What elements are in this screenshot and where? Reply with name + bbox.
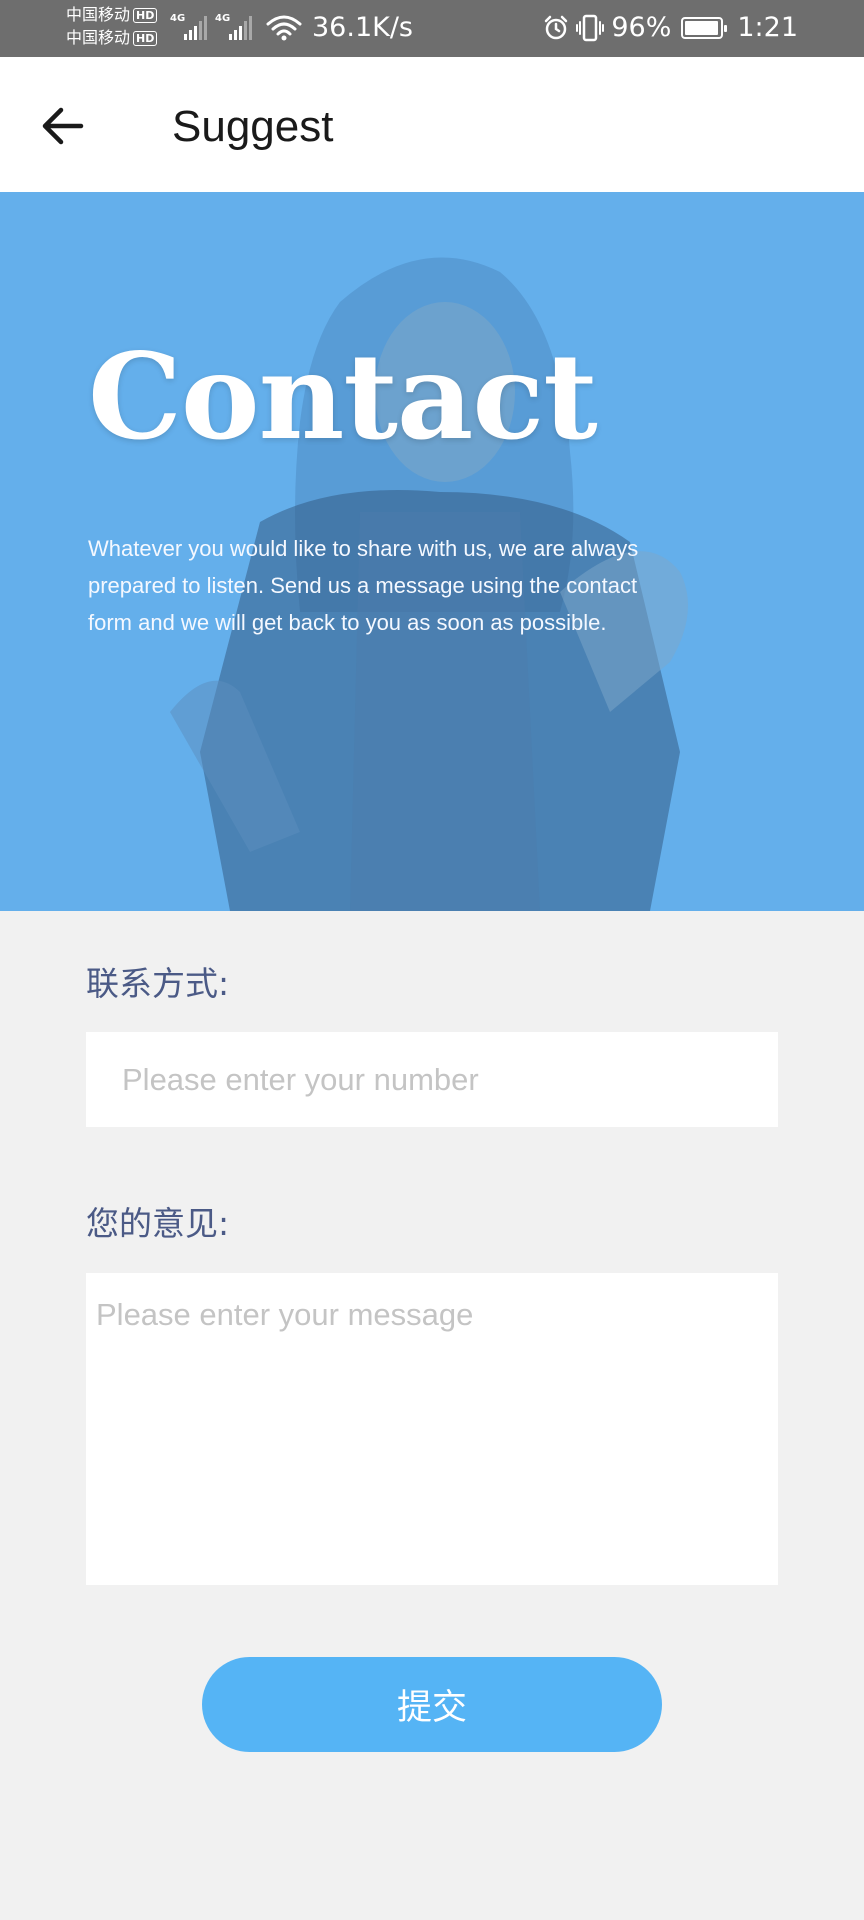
wifi-icon — [266, 15, 302, 41]
contact-label: 联系方式: — [86, 964, 230, 1003]
carrier-name-1: 中国移动 — [66, 5, 131, 24]
hero-title: Contact — [88, 327, 598, 466]
top-app-bar: Suggest — [0, 57, 864, 192]
clock: 1:21 — [737, 12, 798, 43]
battery-percent: 96% — [611, 12, 672, 43]
net-speed: 36.1K/s — [312, 12, 413, 43]
contact-hero-banner: Contact Whatever you would like to share… — [0, 192, 864, 911]
status-bar: 中国移动 HD 中国移动 HD 4G 4G 36.1K/s 96% 1:21 — [0, 0, 864, 57]
contact-number-input[interactable] — [86, 1032, 778, 1127]
carrier-row-1: 中国移动 HD — [66, 5, 158, 25]
page-title: Suggest — [172, 102, 334, 151]
submit-button[interactable]: 提交 — [202, 1657, 662, 1752]
network-gen-2: 4G — [215, 13, 231, 24]
suggest-screen: 中国移动 HD 中国移动 HD 4G 4G 36.1K/s 96% 1:21 S… — [0, 0, 864, 1920]
carrier-row-2: 中国移动 HD — [66, 28, 158, 48]
message-textarea[interactable] — [86, 1273, 778, 1585]
vibrate-icon — [576, 14, 605, 42]
carrier-name-2: 中国移动 — [66, 28, 131, 47]
hero-description: Whatever you would like to share with us… — [88, 536, 639, 635]
arrow-left-icon — [42, 107, 84, 145]
carrier-info: 中国移动 HD 中国移动 HD — [66, 5, 158, 48]
alarm-icon — [545, 15, 568, 40]
hd-badge-1: HD — [133, 7, 158, 23]
signal-icon: 4G — [215, 14, 252, 40]
network-gen-1: 4G — [170, 13, 186, 24]
signal-group: 4G 4G — [170, 14, 252, 40]
signal-icon: 4G — [170, 14, 207, 40]
back-button[interactable] — [30, 93, 96, 159]
battery-icon — [681, 17, 728, 39]
hd-badge-2: HD — [133, 30, 158, 46]
message-label: 您的意见: — [86, 1204, 230, 1243]
right-status: 96% 1:21 — [543, 10, 798, 46]
